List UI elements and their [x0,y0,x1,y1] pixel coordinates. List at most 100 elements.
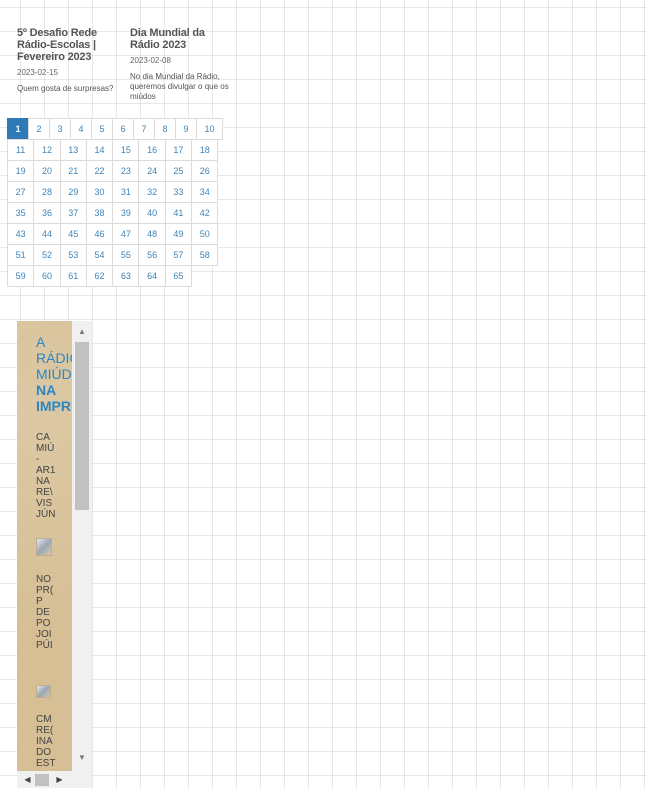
pagination-row: 35 36 37 38 39 40 41 42 [7,202,227,224]
horizontal-scroll-thumb[interactable] [35,774,49,786]
page-link[interactable]: 9 [175,118,197,140]
page-link[interactable]: 14 [85,139,114,161]
press-feed-widget: A RÁDIO MIÚDOS NA IMPRENSA CA MIÚ - AR1 … [17,321,92,788]
page-link[interactable]: 54 [85,244,114,266]
page-link[interactable]: 20 [33,160,61,182]
page-link[interactable]: 42 [191,202,219,224]
feed-item-link[interactable]: CA MIÚ - AR1 NA RE\ VIS JÚN [36,432,72,522]
page-link[interactable]: 2 [28,118,50,140]
vertical-scrollbar[interactable]: ▲ ▼ [72,321,92,771]
scroll-up-icon[interactable]: ▲ [72,323,92,340]
post-title-link[interactable]: 5º Desafio Rede Rádio-Escolas | Fevereir… [17,27,117,63]
page-link[interactable]: 31 [112,181,140,203]
page-link[interactable]: 5 [91,118,113,140]
page-link[interactable]: 18 [191,139,219,161]
page-link[interactable]: 8 [154,118,176,140]
page-link[interactable]: 40 [138,202,166,224]
press-feed-content: A RÁDIO MIÚDOS NA IMPRENSA CA MIÚ - AR1 … [17,321,72,771]
page-link[interactable]: 12 [33,139,61,161]
page-link[interactable]: 6 [112,118,134,140]
page-link[interactable]: 19 [7,160,35,182]
page-link[interactable]: 56 [138,244,166,266]
page-link[interactable]: 33 [164,181,193,203]
page-link[interactable]: 45 [59,223,87,245]
page-link[interactable]: 57 [164,244,193,266]
page-link[interactable]: 48 [138,223,166,245]
page-link[interactable]: 50 [191,223,219,245]
page-link[interactable]: 26 [191,160,219,182]
page-link[interactable]: 43 [7,223,35,245]
scroll-down-icon[interactable]: ▼ [72,749,92,766]
page-link[interactable]: 23 [112,160,140,182]
page-link[interactable]: 25 [164,160,193,182]
post-card: Dia Mundial da Rádio 2023 2023-02-08 No … [130,27,230,104]
page-link[interactable]: 13 [59,139,87,161]
feed-item-link[interactable]: NO PR( P DE PO JOI PÚI [36,574,72,654]
feed-item-thumbnail[interactable] [36,685,51,698]
page-link[interactable]: 65 [164,265,193,287]
post-date: 2023-02-15 [17,68,58,77]
page-link[interactable]: 36 [33,202,61,224]
horizontal-scrollbar[interactable]: ◀ ▶ [17,771,92,788]
pagination-row: 19 20 21 22 23 24 25 26 [7,160,227,182]
page-link[interactable]: 44 [33,223,61,245]
page-link[interactable]: 49 [164,223,193,245]
page-link[interactable]: 37 [59,202,87,224]
page-link[interactable]: 52 [33,244,61,266]
page-link[interactable]: 41 [164,202,193,224]
page-link[interactable]: 24 [138,160,166,182]
page-link[interactable]: 63 [112,265,140,287]
page-link-current[interactable]: 1 [7,118,29,140]
pagination-row: 11 12 13 14 15 16 17 18 [7,139,227,161]
feed-title-link[interactable]: A RÁDIO MIÚDOS NA IMPRENSA [36,334,72,414]
page-link[interactable]: 64 [138,265,166,287]
page-link[interactable]: 47 [112,223,140,245]
page-link[interactable]: 21 [59,160,87,182]
pagination-row: 1 2 3 4 5 6 7 8 9 10 [7,118,227,140]
pagination: 1 2 3 4 5 6 7 8 9 10 11 12 13 14 15 16 17 18 19 20 21 22 23 24 2… [7,118,227,287]
page-link[interactable]: 51 [7,244,35,266]
page-link[interactable]: 4 [70,118,92,140]
feed-title-line: MIÚDOS [36,366,72,382]
page-link[interactable]: 15 [112,139,140,161]
scroll-right-icon[interactable]: ▶ [51,771,68,788]
page-link[interactable]: 46 [85,223,114,245]
page-link[interactable]: 38 [85,202,114,224]
post-date: 2023-02-08 [130,56,171,65]
page-link[interactable]: 32 [138,181,166,203]
page-link[interactable]: 60 [33,265,61,287]
pagination-row: 59 60 61 62 63 64 65 [7,265,227,287]
page-link[interactable]: 39 [112,202,140,224]
page-link[interactable]: 17 [164,139,193,161]
page-link[interactable]: 7 [133,118,155,140]
page-link[interactable]: 16 [138,139,166,161]
page-link[interactable]: 34 [191,181,219,203]
page-link[interactable]: 22 [85,160,114,182]
scroll-left-icon[interactable]: ◀ [19,771,36,788]
page-link[interactable]: 53 [59,244,87,266]
feed-title-line: IMPRENSA [36,398,72,414]
page-link[interactable]: 55 [112,244,140,266]
page-link[interactable]: 30 [85,181,114,203]
feed-item-link[interactable]: CM RE( INA DO EST [36,714,72,771]
post-title-link[interactable]: Dia Mundial da Rádio 2023 [130,27,230,51]
page-link[interactable]: 3 [49,118,71,140]
page-link[interactable]: 61 [59,265,87,287]
page-link[interactable]: 29 [59,181,87,203]
post-excerpt: Quem gosta de surpresas? [17,84,114,93]
pagination-row: 27 28 29 30 31 32 33 34 [7,181,227,203]
feed-title-line: NA [36,382,57,398]
vertical-scroll-thumb[interactable] [75,342,89,510]
page-link[interactable]: 28 [33,181,61,203]
pagination-row: 51 52 53 54 55 56 57 58 [7,244,227,266]
page-link[interactable]: 59 [7,265,35,287]
feed-title-line: A [36,334,46,350]
page-link[interactable]: 11 [7,139,35,161]
page-link[interactable]: 10 [196,118,223,140]
page-link[interactable]: 58 [191,244,219,266]
page-link[interactable]: 35 [7,202,35,224]
page-link[interactable]: 62 [85,265,114,287]
post-card: 5º Desafio Rede Rádio-Escolas | Fevereir… [17,27,117,105]
page-link[interactable]: 27 [7,181,35,203]
feed-item-thumbnail[interactable] [36,538,52,556]
